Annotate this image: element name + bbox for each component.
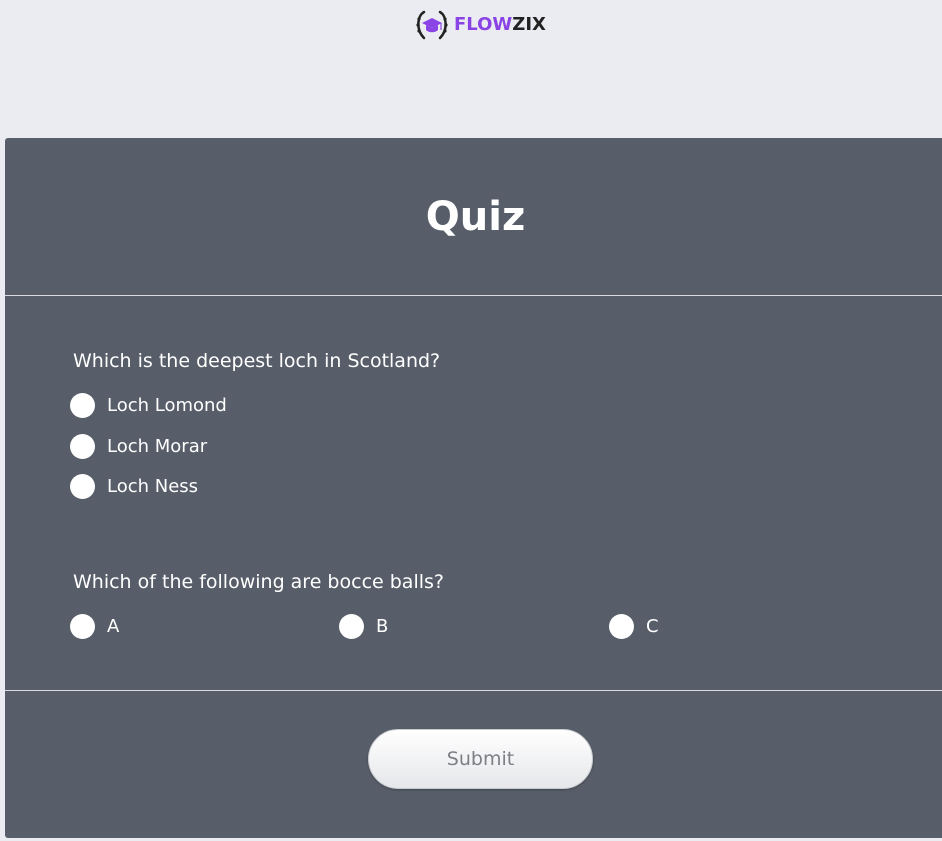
option-label: C (646, 615, 659, 637)
radio-button[interactable] (609, 613, 634, 639)
footer-divider (5, 690, 942, 691)
quiz-title-text: Quiz (425, 194, 526, 240)
question-1-text: Which is the deepest loch in Scotland? (73, 350, 441, 372)
brand-logo[interactable]: FLOWZIX (414, 8, 546, 42)
question-1-option-3[interactable]: Loch Ness (70, 473, 198, 499)
submit-button[interactable]: Submit (368, 729, 593, 789)
brand-wordmark-flow: FLOW (454, 14, 513, 35)
question-2-option-b[interactable]: B (339, 613, 388, 639)
option-label: Loch Morar (107, 435, 208, 457)
question-2-option-a[interactable]: A (70, 613, 119, 639)
graduation-cap-laurel-icon (416, 10, 448, 40)
option-label: B (376, 615, 389, 637)
quiz-header: Quiz (5, 138, 942, 296)
quiz-panel: Quiz Which is the deepest loch in Scotla… (5, 138, 942, 838)
brand-wordmark-zix: ZIX (512, 14, 546, 35)
question-1-option-1[interactable]: Loch Lomond (70, 392, 227, 418)
question-2-text: Which of the following are bocce balls? (73, 571, 444, 593)
brand-wordmark: FLOWZIX (454, 8, 546, 42)
option-label: Loch Lomond (107, 394, 227, 416)
radio-button[interactable] (339, 613, 364, 639)
question-2-option-c[interactable]: C (609, 613, 659, 639)
radio-button[interactable] (70, 613, 95, 639)
option-label: Loch Ness (107, 475, 199, 497)
radio-button[interactable] (70, 433, 95, 459)
radio-button[interactable] (70, 392, 95, 418)
question-1-option-2[interactable]: Loch Morar (70, 433, 207, 459)
radio-button[interactable] (70, 473, 95, 499)
option-label: A (107, 615, 120, 637)
quiz-title: Quiz (5, 194, 942, 240)
